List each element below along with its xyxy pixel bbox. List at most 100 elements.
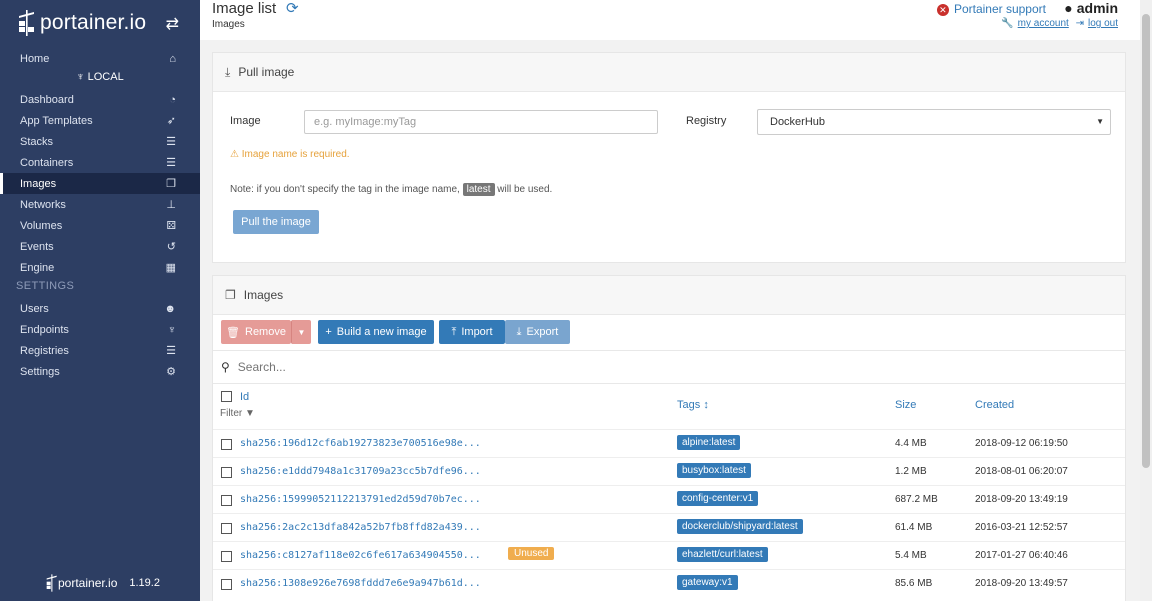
warning-icon: ⚠ [230,149,239,160]
th-icon: ▦ [165,262,176,274]
crane-logo-icon [46,574,57,592]
sign-out-icon: ⇥ [1075,18,1084,29]
download-icon: ⤓ [516,325,522,338]
caret-down-icon: ▼ [297,327,306,337]
search-icon: ⚲ [221,360,230,374]
sidebar-item-engine[interactable]: Engine ▦ [0,257,200,278]
cogs-icon: ⚙ [166,366,176,378]
row-checkbox[interactable] [221,579,232,590]
row-checkbox[interactable] [221,551,232,562]
vertical-scrollbar[interactable] [1140,0,1152,601]
image-id-link[interactable]: sha256:15999052112213791ed2d59d70b7ec... [240,494,481,505]
crane-logo-icon [19,10,34,36]
sidebar-item-home[interactable]: Home ⌂ [0,48,200,69]
close-circle-icon: ✕ [936,4,949,16]
sidebar-item-stacks[interactable]: Stacks ☰ [0,131,200,152]
column-header-id[interactable]: Id [240,391,249,403]
dashboard-icon: ◔ [169,93,176,106]
users-icon: ☻ [164,302,176,315]
image-tag: ehazlett/curl:latest [677,547,768,562]
chevron-down-icon: ▼ [1096,117,1104,126]
sidebar-item-users[interactable]: Users ☻ [0,298,200,319]
select-all-checkbox[interactable] [221,391,232,402]
settings-heading: SETTINGS [16,280,75,292]
sidebar-item-containers[interactable]: Containers ☰ [0,152,200,173]
pull-image-button[interactable]: Pull the image [233,210,319,234]
sidebar-item-dashboard[interactable]: Dashboard ◔ [0,89,200,110]
image-tag: dockerclub/shipyard:latest [677,519,803,534]
upload-icon: ⤒ [451,325,457,338]
image-size: 4.4 MB [895,438,927,449]
pull-image-panel: ⤓ Pull image Image Registry DockerHub ▼ … [212,52,1126,263]
sidebar-item-endpoints[interactable]: Endpoints ♆ [0,319,200,340]
plug-icon: ♆ [167,323,176,336]
plus-icon: + [325,326,332,338]
build-image-button[interactable]: + Build a new image [318,320,434,344]
sidebar-item-volumes[interactable]: Volumes ⚄ [0,215,200,236]
sitemap-icon: ⊥ [166,199,176,211]
table-row: sha256:1308e926e7698fddd7e6e9a947b61d...… [213,569,1125,598]
image-tag: gateway:v1 [677,575,738,590]
brand[interactable]: portainer.io ⇄ [18,6,183,40]
image-label: Image [230,115,261,127]
sidebar-item-events[interactable]: Events ↺ [0,236,200,257]
refresh-icon[interactable]: ⟳ [286,0,299,17]
sidebar-item-registries[interactable]: Registries ☰ [0,340,200,361]
page-header: Image list ⟳ Images ✕ Portainer support ●… [200,0,1140,40]
search-input[interactable] [235,359,840,375]
image-id-link[interactable]: sha256:1308e926e7698fddd7e6e9a947b61d... [240,578,481,589]
portainer-support-link[interactable]: ✕ Portainer support [936,2,1046,16]
sidebar-footer: portainer.io 1.19.2 [46,574,160,592]
image-id-link[interactable]: sha256:2ac2c13dfa842a52b7fb8ffd82a439... [240,522,481,533]
sidebar-item-images[interactable]: Images ❐ [0,173,200,194]
breadcrumb: Images [212,19,245,30]
brand-name: portainer.io [40,11,147,34]
endpoint-label: ♆ LOCAL [76,71,124,83]
filter-icon: ▼ [245,408,255,419]
table-row: sha256:15999052112213791ed2d59d70b7ec...… [213,485,1125,514]
sidebar-item-label: Home [20,52,50,65]
image-name-input[interactable] [304,110,658,134]
search-bar: ⚲ [213,350,1125,384]
remove-button[interactable]: 🗑 Remove [221,320,291,344]
image-size: 687.2 MB [895,494,938,505]
remove-options-button[interactable]: ▼ [291,320,311,344]
table-row: sha256:2ac2c13dfa842a52b7fb8ffd82a439...… [213,513,1125,542]
registry-select[interactable]: DockerHub ▼ [757,109,1111,135]
filter-toggle[interactable]: Filter ▼ [220,408,255,419]
image-id-link[interactable]: sha256:196d12cf6ab19273823e700516e98e... [240,438,481,449]
import-button[interactable]: ⤒ Import [439,320,505,344]
unused-badge: Unused [508,547,555,560]
row-checkbox[interactable] [221,523,232,534]
list-icon: ☰ [166,136,176,148]
version-label: 1.19.2 [129,577,160,589]
column-header-tags[interactable]: Tags ↕ [677,399,709,411]
table-row: sha256:196d12cf6ab19273823e700516e98e...… [213,429,1125,458]
export-button[interactable]: ⤓ Export [505,320,570,344]
scrollbar-thumb[interactable] [1142,14,1150,468]
wrench-icon: 🔧 [1001,18,1014,29]
swap-arrows-icon[interactable]: ⇄ [166,14,179,34]
image-created: 2018-09-20 13:49:57 [975,578,1068,589]
row-checkbox[interactable] [221,495,232,506]
my-account-link[interactable]: my account [1018,18,1069,29]
column-header-created[interactable]: Created [975,399,1014,411]
panel-heading: ⤓ Pull image [213,53,1125,92]
image-id-link[interactable]: sha256:c8127af118e02c6fe617a634904550... [240,550,481,561]
rocket-icon: ➶ [166,115,176,127]
row-checkbox[interactable] [221,467,232,478]
sidebar-item-app-templates[interactable]: App Templates ➶ [0,110,200,131]
log-out-link[interactable]: log out [1088,18,1118,29]
footer-brand: portainer.io [58,576,118,590]
sidebar-item-settings[interactable]: Settings ⚙ [0,361,200,382]
image-id-link[interactable]: sha256:e1ddd7948a1c31709a23cc5b7dfe96... [240,466,481,477]
sort-icon: ↕ [703,399,709,411]
clone-icon: ❐ [166,178,176,190]
latest-tag-chip: latest [462,183,495,196]
database-icon: ☰ [166,345,176,357]
column-header-size[interactable]: Size [895,399,916,411]
image-created: 2018-08-01 06:20:07 [975,466,1068,477]
row-checkbox[interactable] [221,439,232,450]
image-tag: config-center:v1 [677,491,759,506]
sidebar-item-networks[interactable]: Networks ⊥ [0,194,200,215]
